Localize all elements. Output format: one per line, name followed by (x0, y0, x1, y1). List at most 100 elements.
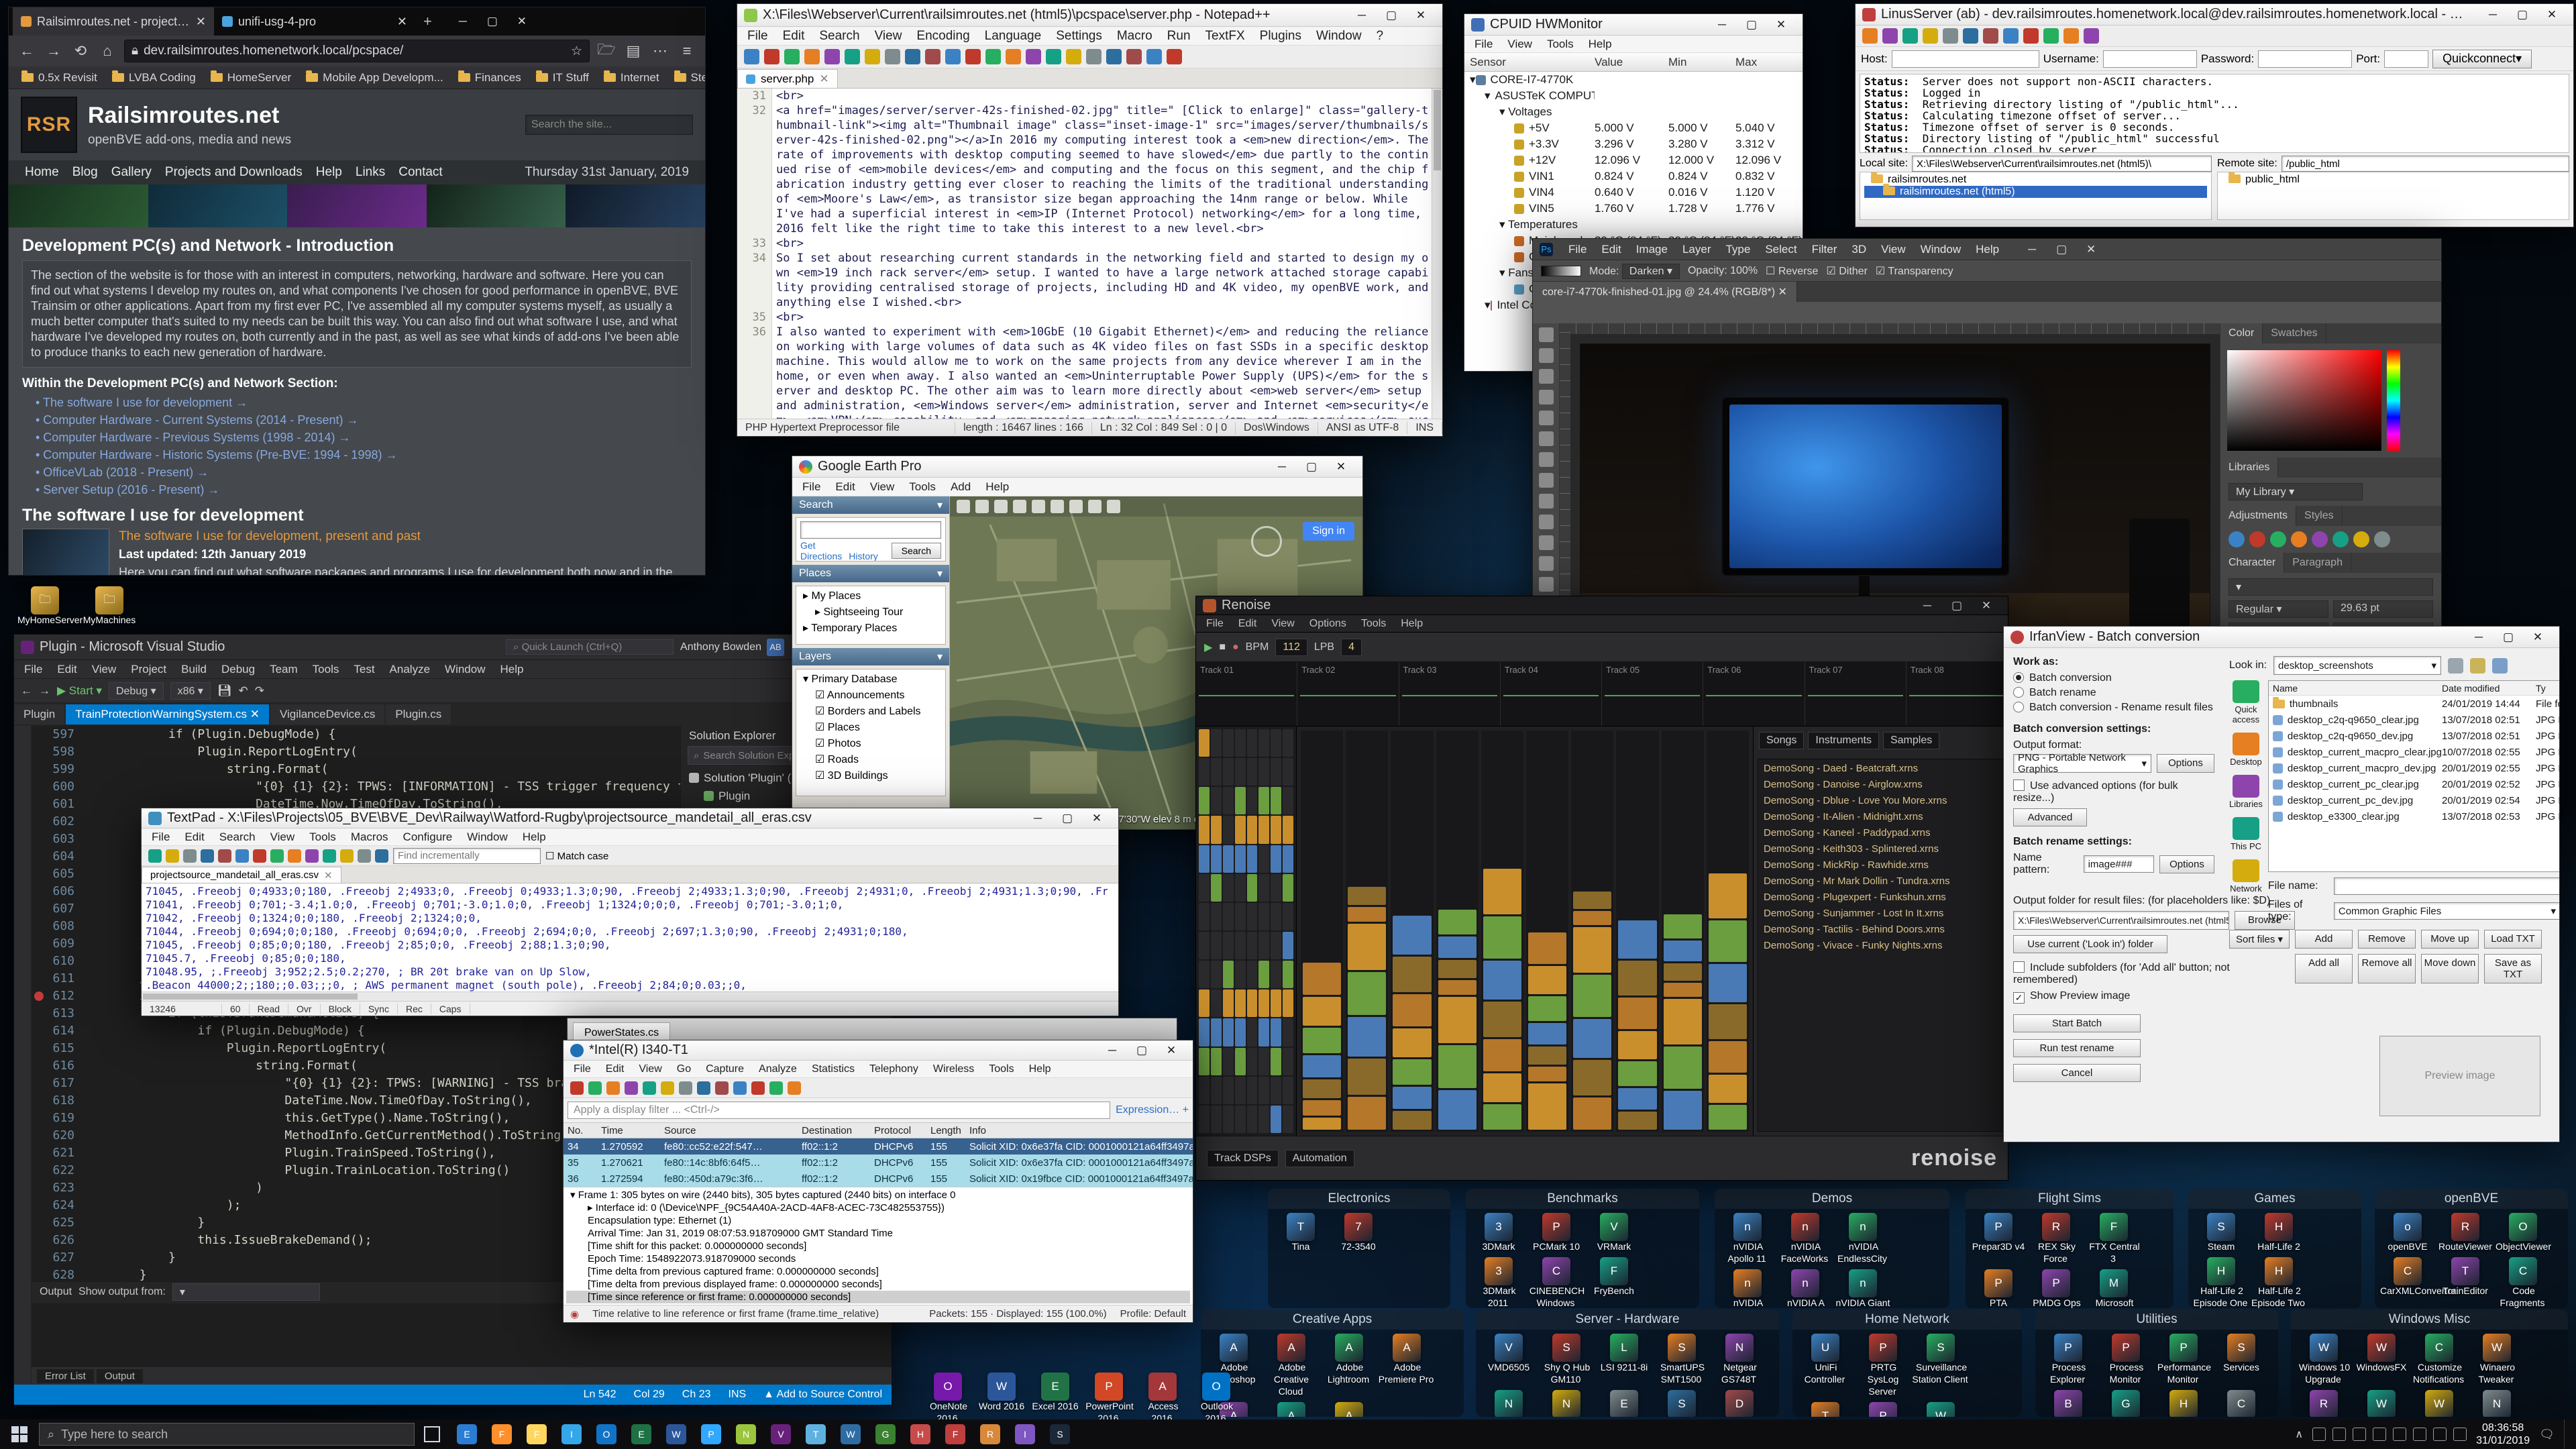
bottom-tab[interactable]: Output (97, 1369, 143, 1383)
desktop-icon[interactable]: S Surveillance Station Client (1912, 1334, 1970, 1386)
file-list[interactable]: thumbnails 24/01/2019 14:44File folder d… (2269, 696, 2560, 824)
matrix-cell[interactable] (1271, 1077, 1281, 1104)
places-item[interactable]: ▸ My Places (800, 588, 941, 604)
tool-icon[interactable] (1539, 411, 1554, 425)
desktop-icon[interactable]: S Synology RS815+ (1653, 1390, 1711, 1417)
matrix-cell[interactable] (1247, 989, 1258, 1017)
matrix-cell[interactable] (1223, 1048, 1234, 1075)
site-nav-item[interactable]: Projects and Downloads (158, 165, 309, 180)
tray-nvidia-icon[interactable] (2393, 1428, 2406, 1441)
matrix-cell[interactable] (1258, 1048, 1269, 1075)
local-site-path[interactable]: X:\Files\Webserver\Current\railsimroutes… (1912, 156, 2212, 172)
matrix-cell[interactable] (1235, 961, 1246, 988)
menu-item[interactable]: View (631, 1063, 669, 1075)
batch-button[interactable]: Load TXT (2484, 930, 2542, 949)
sensor-row[interactable]: +12V 12.096 V12.000 V12.096 V (1464, 152, 1803, 168)
desktop-icon[interactable]: C CrystalDiskInfo (2212, 1390, 2270, 1417)
tool-icon[interactable] (1539, 431, 1554, 446)
desktop-icon[interactable]: S SmartUPS SMT1500 (1653, 1334, 1711, 1386)
hue-slider[interactable] (2387, 350, 2400, 451)
desktop-icon[interactable]: V VMD6505 (1480, 1334, 1538, 1374)
track-scope[interactable]: Track 05 (1602, 662, 1703, 726)
toolbar-icon[interactable] (1983, 28, 1998, 44)
bookmark-item[interactable]: Finances (452, 71, 527, 85)
matrix-cell[interactable] (1271, 1106, 1281, 1133)
matrix-cell[interactable] (1211, 758, 1222, 786)
toolbar-icon[interactable] (751, 1081, 765, 1095)
menu-item[interactable]: Analyze (751, 1063, 804, 1075)
batch-button[interactable]: Move down (2421, 954, 2479, 983)
bookmark-item[interactable]: Mobile App Developm... (300, 71, 449, 85)
menu-item[interactable]: Capture (698, 1063, 751, 1075)
quickconnect-button[interactable]: Quickconnect ▾ (2432, 50, 2532, 68)
toolbar-icon[interactable] (235, 849, 249, 863)
desktop-icon[interactable]: H Half-Life 2 Episode Two (2250, 1257, 2308, 1308)
detail-line[interactable]: [Time since reference or first frame: 0.… (566, 1291, 1190, 1303)
menu-item[interactable]: Window (460, 830, 515, 844)
detail-line[interactable]: ▸ Interface id: 0 (\Device\NPF_{9C54A40A… (566, 1201, 1190, 1214)
desktop-icon[interactable]: A Adobe Lightroom (1320, 1334, 1378, 1386)
layer-item[interactable]: ☑ Borders and Labels (800, 704, 941, 720)
file-item[interactable]: DemoSong - Sunjammer - Lost In It.xrns (1764, 906, 1998, 922)
batch-button[interactable]: Add all (2295, 954, 2353, 983)
matrix-cell[interactable] (1235, 1077, 1246, 1104)
match-case-checkbox[interactable]: ☐ Match case (545, 850, 608, 862)
track-scope[interactable]: Track 03 (1399, 662, 1501, 726)
tool-icon[interactable] (1539, 515, 1554, 529)
menu-item[interactable]: Options (1302, 618, 1354, 630)
matrix-cell[interactable] (1235, 1048, 1246, 1075)
matrix-cell[interactable] (1211, 816, 1222, 843)
desktop-icon[interactable]: OOutlook 2016 (1191, 1373, 1242, 1425)
detail-line[interactable]: Epoch Time: 1548922073.918709000 seconds (566, 1252, 1190, 1265)
matrix-cell[interactable] (1247, 1048, 1258, 1075)
lower-tab[interactable]: Track DSPs (1207, 1150, 1279, 1167)
matrix-cell[interactable] (1271, 758, 1281, 786)
places-item[interactable]: ▸ Temporary Places (800, 621, 941, 637)
matrix-cell[interactable] (1223, 758, 1234, 786)
menu-item[interactable]: Macros (343, 830, 396, 844)
scrollbar[interactable] (1432, 89, 1442, 419)
detail-line[interactable]: [Time delta from previous displayed fram… (566, 1278, 1190, 1291)
desktop-icon[interactable]: A Adobe Premiere Pro (1378, 1334, 1436, 1386)
browser-tab-active[interactable]: Railsimroutes.net - projects ... ✕ (13, 7, 214, 36)
taskbar-app-word[interactable]: W (659, 1419, 694, 1449)
matrix-cell[interactable] (1271, 961, 1281, 988)
matrix-cell[interactable] (1258, 961, 1269, 988)
matrix-cell[interactable] (1199, 845, 1210, 873)
menu-item[interactable]: File (740, 29, 775, 44)
taskbar-app-visual-studio[interactable]: V (763, 1419, 798, 1449)
hamburger-menu-icon[interactable]: ≡ (677, 42, 697, 60)
adjustment-icon[interactable] (2374, 531, 2390, 547)
menu-item[interactable]: View (867, 29, 910, 44)
maximize-button[interactable]: ▢ (1377, 5, 1406, 25)
menu-item[interactable]: Build (174, 663, 214, 676)
output-format-select[interactable]: PNG - Portable Network Graphics▾ (2013, 754, 2151, 773)
expression-link[interactable]: Expression… + (1116, 1104, 1189, 1116)
file-item[interactable]: DemoSong - Daed - Beatcraft.xrns (1764, 761, 1998, 777)
adjustment-icon[interactable] (2312, 531, 2328, 547)
fence-group[interactable]: openBVE o openBVE R RouteViewer O Object… (2375, 1189, 2568, 1308)
toolbar-icon[interactable] (1146, 49, 1162, 64)
matrix-cell[interactable] (1247, 1077, 1258, 1104)
sensor-row[interactable]: ▾ Temperatures (1464, 217, 1803, 233)
library-select[interactable]: My Library ▾ (2229, 483, 2363, 500)
matrix-cell[interactable] (1199, 1106, 1210, 1133)
menu-item[interactable]: Help (493, 663, 531, 676)
desktop-icon[interactable]: S Steam (2192, 1213, 2250, 1253)
layer-item[interactable]: ☑ Announcements (800, 688, 941, 704)
toolbar-icon[interactable] (764, 49, 780, 64)
file-item[interactable]: DemoSong - Keith303 - Splintered.xrns (1764, 841, 1998, 857)
menu-item[interactable]: Select (1758, 243, 1804, 256)
desktop-icon[interactable]: A Adobe Acrobat DC (1320, 1402, 1378, 1417)
toolbar-icon[interactable] (340, 849, 354, 863)
bookmark-star-icon[interactable]: ☆ (571, 44, 582, 59)
library-icon[interactable]: 🗁︎ (596, 38, 616, 64)
menu-item[interactable]: Window (1913, 243, 1968, 256)
configuration-select[interactable]: Debug ▾ (109, 682, 164, 700)
menu-item[interactable]: Statistics (804, 1063, 862, 1075)
remote-tree[interactable]: public_html (2217, 172, 2569, 220)
look-in-select[interactable]: desktop_screenshots▾ (2273, 656, 2441, 675)
desktop-icon[interactable]: P PTA (1970, 1269, 2027, 1308)
track-scope[interactable]: Track 02 (1297, 662, 1399, 726)
detail-line[interactable]: ▾ Frame 1: 305 bytes on wire (2440 bits)… (566, 1189, 1190, 1201)
